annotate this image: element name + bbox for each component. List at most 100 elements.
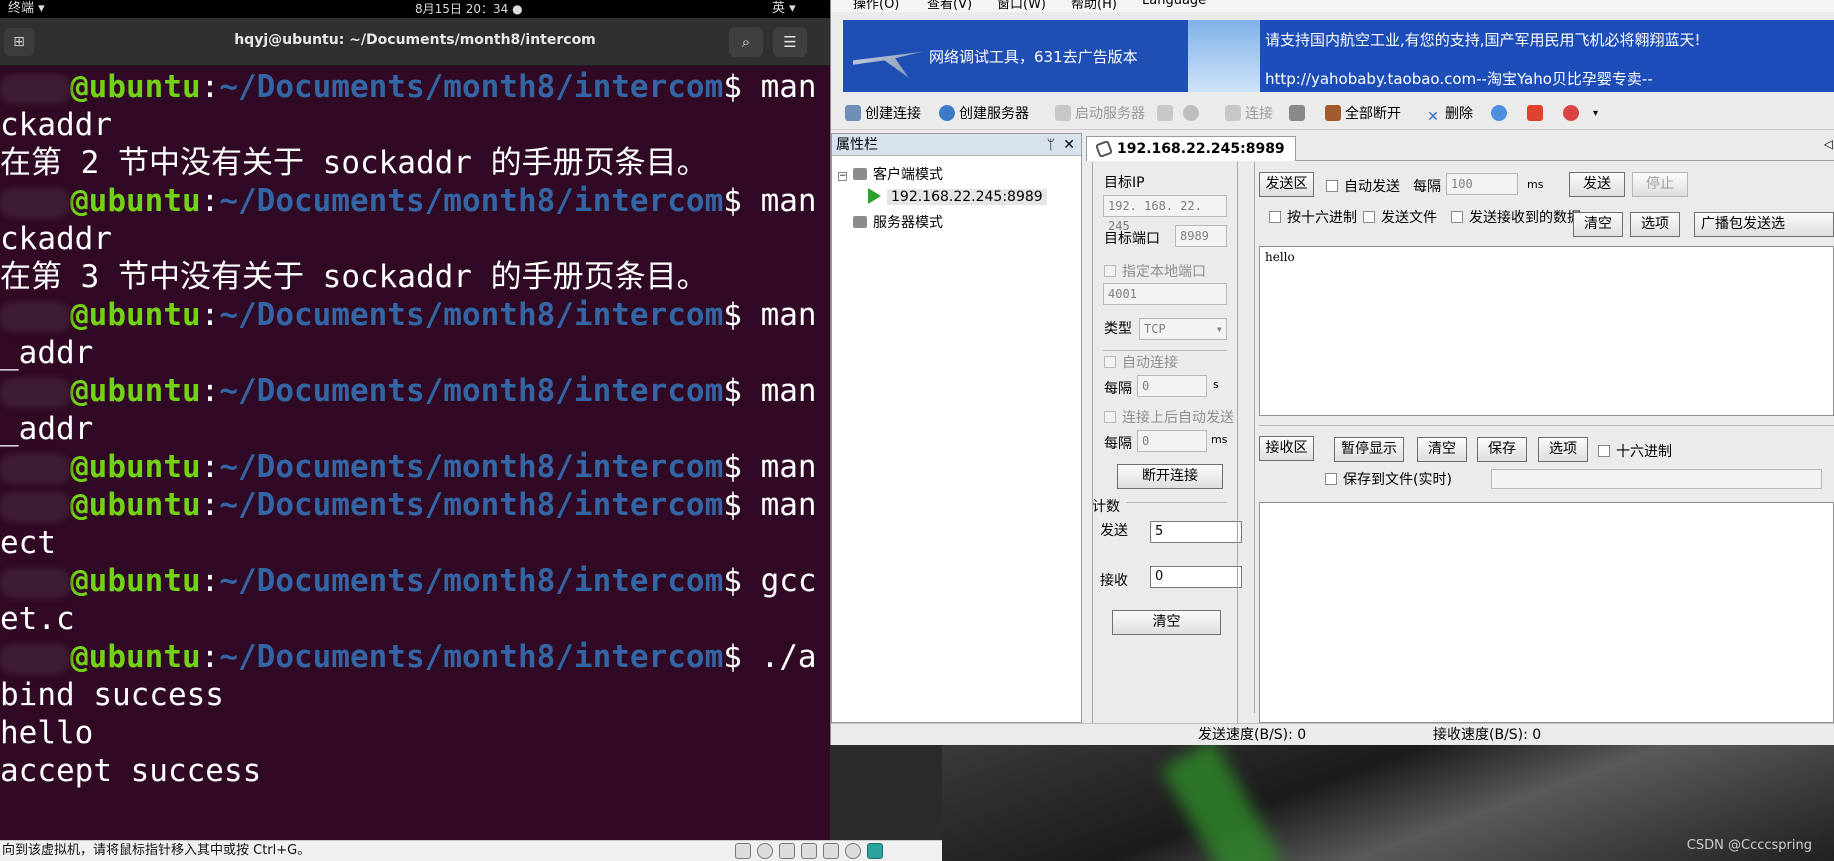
broadcast-send-button[interactable]: 广播包发送选 [1694,212,1834,237]
hard-disk-icon[interactable] [735,843,751,859]
recv-clear-button[interactable]: 清空 [1417,437,1467,462]
disconnect-all-icon [1325,105,1341,121]
target-ip-field[interactable]: 192. 168. 22. 245 [1103,195,1227,233]
disconnect-connection-button[interactable]: 断开连接 [1117,464,1223,489]
redacted-username [0,377,70,408]
delete-button[interactable]: ✕ 删除 [1425,104,1473,125]
pause-display-button[interactable]: 暂停显示 [1334,437,1404,462]
auto-send-after-connect-checkbox[interactable]: 连接上后自动发送 [1104,407,1234,427]
recv-save-button[interactable]: 保存 [1477,437,1527,462]
connection-icon [845,105,861,121]
search-icon[interactable]: ⌕ [729,27,763,57]
ad-banner[interactable]: 网络调试工具，631去广告版本 请支持国内航空工业,有您的支持,国产军用民用飞机… [843,20,1834,92]
menu-operate[interactable]: 操作(O) [853,0,899,12]
toolbar-overflow-button[interactable]: ▾ [1593,104,1598,124]
send-textarea[interactable]: hello [1259,246,1834,416]
auto-connect-interval-field[interactable]: 0 [1137,375,1207,397]
terminal-line: 在第 2 节中没有关于 sockaddr 的手册页条目。 [0,145,708,181]
ad-text-left[interactable]: 网络调试工具，631去广告版本 [929,46,1138,67]
ad-text-right-2[interactable]: http://yahobaby.taobao.com--淘宝Yaho贝比孕婴专卖… [1265,68,1653,89]
sound-icon[interactable] [801,843,817,859]
clock[interactable]: 8月15日 20：34 ● [415,0,523,18]
toolbar: 创建连接 创建服务器 启动服务器 连接 全部断开 ✕ 删除 ▾ [831,98,1834,130]
auto-connect-checkbox[interactable]: 自动连接 [1104,352,1178,372]
receive-textarea[interactable] [1259,502,1834,723]
settings-button[interactable] [1491,104,1511,124]
connection-panel: 目标IP 192. 168. 22. 245 目标端口 8989 指定本地端口 … [1086,162,1834,723]
disconnect-all-button[interactable]: 全部断开 [1325,104,1401,124]
sent-count-field[interactable]: 5 [1150,521,1242,543]
save-file-path-field[interactable] [1491,469,1822,489]
redacted-username [0,301,70,332]
disconnect-button[interactable] [1289,104,1309,124]
vm-hint-text: 向到该虚拟机，请将鼠标指针移入其中或按 Ctrl+G。 [2,843,311,858]
start-server-button[interactable]: 启动服务器 [1055,104,1145,124]
terminal-line: @ubuntu:~/Documents/month8/intercom$ man [0,297,817,333]
input-method-indicator[interactable]: 英 ▾ [772,0,796,18]
property-panel-header: 属性栏 ᛘ ✕ [832,134,1081,156]
type-label: 类型 [1104,321,1132,337]
send-clear-button[interactable]: 清空 [1573,212,1623,237]
pin-icon[interactable]: ᛘ [1047,134,1055,156]
stop-button[interactable]: 停止 [1632,172,1688,197]
close-icon[interactable]: ✕ [1063,134,1075,156]
send-file-checkbox[interactable]: 发送文件 [1363,207,1437,227]
menu-view[interactable]: 查看(V) [927,0,972,12]
menu-window[interactable]: 窗口(W) [997,0,1046,12]
printer-icon[interactable] [823,843,839,859]
local-port-checkbox[interactable]: 指定本地端口 [1104,261,1206,281]
app-menu-terminal[interactable]: 终端 ▾ [8,0,45,18]
power-icon [1527,105,1543,121]
connect-button[interactable]: 连接 [1225,104,1273,124]
send-options-button[interactable]: 选项 [1630,212,1680,237]
tab-connection[interactable]: 192.168.22.245:8989 [1086,136,1296,161]
local-port-field[interactable]: 4001 [1103,283,1227,305]
tree-connection-item[interactable]: 192.168.22.245:8989 [868,188,1047,205]
collapse-icon[interactable]: − [838,172,847,181]
tab-scroll-icon[interactable]: ◁ [1824,137,1833,151]
send-hex-checkbox[interactable]: 按十六进制 [1269,207,1357,227]
computer-icon [853,216,867,228]
hamburger-menu-icon[interactable]: ☰ [773,27,807,57]
recv-count-field[interactable]: 0 [1150,566,1242,588]
network-icon[interactable] [779,843,795,859]
interval-label: 每隔 [1104,381,1132,397]
property-panel: 属性栏 ᛘ ✕ − 客户端模式 192.168.22.245:8989 服务器模式 [831,133,1082,723]
ad-text-right-1[interactable]: 请支持国内航空工业,有您的支持,国产军用民用飞机必将翱翔蓝天! [1265,29,1701,50]
vm-status-bar: 向到该虚拟机，请将鼠标指针移入其中或按 Ctrl+G。 [0,840,942,861]
send-interval-field[interactable]: 100 [1446,173,1518,195]
auto-send-interval-field[interactable]: 0 [1137,430,1207,452]
type-select[interactable]: TCP ▾ [1139,318,1227,340]
cd-rom-icon[interactable] [757,843,773,859]
terminal-output[interactable]: @ubuntu:~/Documents/month8/intercom$ man… [0,66,830,840]
usb-icon[interactable] [845,843,861,859]
stop-icon[interactable] [1183,104,1203,124]
play-icon [868,188,881,204]
menu-bar: 操作(O) 查看(V) 窗口(W) 帮助(H) Language [831,0,1834,12]
send-received-checkbox[interactable]: 发送接收到的数据 [1451,207,1581,227]
tree-server-mode[interactable]: 服务器模式 [853,212,943,232]
magnet-button[interactable] [1563,104,1583,124]
recv-options-button[interactable]: 选项 [1538,437,1588,462]
save-to-file-checkbox[interactable]: 保存到文件(实时) [1325,469,1452,489]
create-server-button[interactable]: 创建服务器 [939,104,1029,124]
auto-send-checkbox[interactable]: 自动发送 [1326,176,1400,196]
target-port-field[interactable]: 8989 [1175,225,1227,247]
menu-language[interactable]: Language [1142,0,1206,8]
send-area-button[interactable]: 发送区 [1259,172,1314,197]
close-circle-icon [1183,105,1199,121]
system-top-bar: 终端 ▾ 8月15日 20：34 ● 英 ▾ [0,0,830,18]
recv-count-label: 接收 [1100,573,1128,589]
message-icon[interactable] [867,843,883,859]
interval2-unit: ms [1211,433,1228,446]
create-connection-button[interactable]: 创建连接 [845,104,921,124]
tree-client-mode[interactable]: − 客户端模式 [838,164,943,184]
menu-help[interactable]: 帮助(H) [1071,0,1117,12]
stop-server-button[interactable] [1157,104,1177,124]
terminal-line: @ubuntu:~/Documents/month8/intercom$ man [0,183,817,219]
power-button[interactable] [1527,104,1547,124]
recv-hex-checkbox[interactable]: 十六进制 [1598,441,1672,461]
send-button[interactable]: 发送 [1569,172,1625,197]
count-clear-button[interactable]: 清空 [1112,610,1221,635]
receive-area-button[interactable]: 接收区 [1259,436,1314,461]
